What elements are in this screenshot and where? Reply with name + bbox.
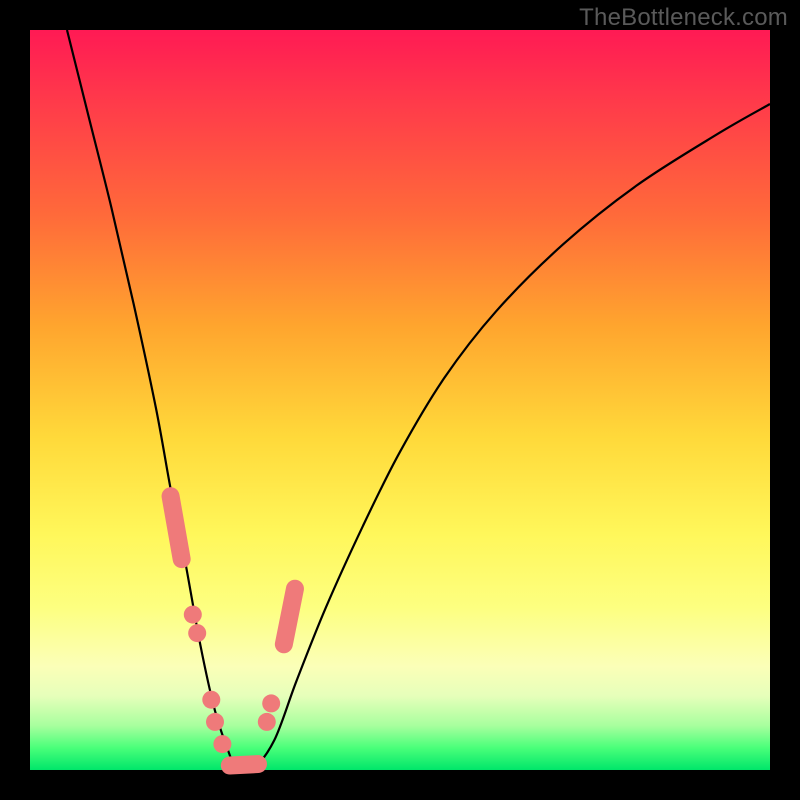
watermark-text: TheBottleneck.com (579, 4, 788, 32)
chart-plot-area (30, 30, 770, 770)
